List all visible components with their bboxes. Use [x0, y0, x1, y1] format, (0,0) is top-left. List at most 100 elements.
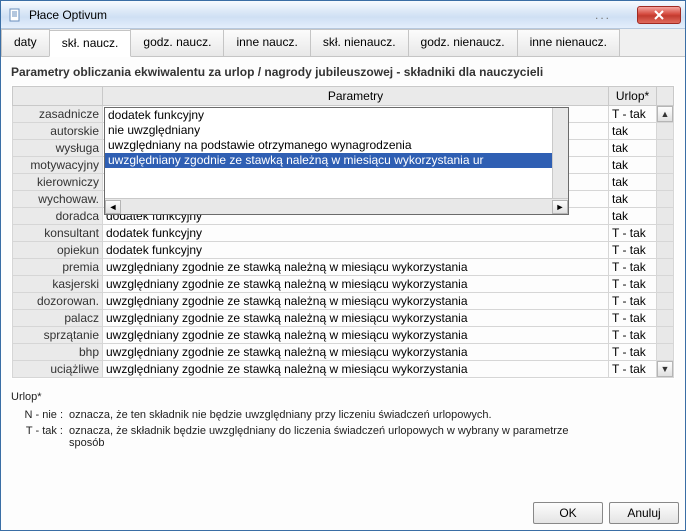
col-header-param[interactable]: Parametry	[103, 87, 609, 106]
vscroll-track[interactable]	[657, 191, 674, 208]
scroll-left-icon[interactable]: ◄	[105, 200, 121, 214]
row-param-cell[interactable]: uwzględniany zgodnie ze stawką należną w…	[103, 344, 609, 361]
table-row: dozorowan.uwzględniany zgodnie ze stawką…	[13, 293, 674, 310]
row-param-cell[interactable]: uwzględniany zgodnie ze stawką należną w…	[103, 259, 609, 276]
table-row: konsultantdodatek funkcyjnyT - tak	[13, 225, 674, 242]
tab-skl-naucz[interactable]: skł. naucz.	[49, 30, 132, 57]
row-label: kierowniczy	[13, 174, 103, 191]
vscroll-track[interactable]: ▲	[657, 106, 674, 123]
vscroll-track[interactable]: ▼	[657, 361, 674, 378]
row-urlop-cell[interactable]: T - tak	[609, 276, 657, 293]
tabs: datyskł. naucz.godz. naucz.inne naucz.sk…	[1, 29, 685, 57]
row-label: palacz	[13, 310, 103, 327]
row-urlop-cell[interactable]: tak	[609, 174, 657, 191]
row-urlop-cell[interactable]: tak	[609, 140, 657, 157]
row-urlop-cell[interactable]: T - tak	[609, 259, 657, 276]
table-row: sprzątanieuwzględniany zgodnie ze stawką…	[13, 327, 674, 344]
ok-button[interactable]: OK	[533, 502, 603, 524]
tab-skl-nienaucz[interactable]: skł. nienaucz.	[310, 29, 409, 56]
row-urlop-cell[interactable]: tak	[609, 208, 657, 225]
vscroll-track[interactable]	[657, 293, 674, 310]
row-urlop-cell[interactable]: T - tak	[609, 293, 657, 310]
dropdown-option[interactable]: nie uwzględniany	[105, 123, 568, 138]
vscroll-track[interactable]	[657, 208, 674, 225]
legend-key: N - nie :	[11, 409, 67, 421]
row-urlop-cell[interactable]: T - tak	[609, 361, 657, 378]
vscroll-track[interactable]	[657, 157, 674, 174]
row-param-cell[interactable]: dodatek funkcyjny	[103, 242, 609, 259]
scroll-up-icon[interactable]: ▲	[657, 106, 673, 122]
row-param-cell[interactable]: uwzględniany zgodnie ze stawką należną w…	[103, 361, 609, 378]
row-label: doradca	[13, 208, 103, 225]
row-label: autorskie	[13, 123, 103, 140]
tab-inne-naucz[interactable]: inne naucz.	[223, 29, 310, 56]
dropdown-option[interactable]: dodatek funkcyjny	[105, 108, 568, 123]
legend-value: oznacza, że składnik będzie uwzględniany…	[67, 425, 607, 449]
tab-godz-naucz[interactable]: godz. naucz.	[130, 29, 224, 56]
titlebar-ellipsis: ...	[573, 8, 633, 22]
vscroll-track[interactable]	[657, 225, 674, 242]
row-label: zasadnicze	[13, 106, 103, 123]
row-label: bhp	[13, 344, 103, 361]
window-title: Płace Optivum	[29, 8, 573, 22]
vscroll-track[interactable]	[657, 123, 674, 140]
row-urlop-cell[interactable]: T - tak	[609, 327, 657, 344]
parameters-grid: Parametry Urlop* zasadniczeuwzględniany …	[11, 85, 675, 379]
tab-godz-nienaucz[interactable]: godz. nienaucz.	[408, 29, 518, 56]
row-urlop-cell[interactable]: tak	[609, 157, 657, 174]
vscroll-track[interactable]	[657, 344, 674, 361]
col-header-urlop[interactable]: Urlop*	[609, 87, 657, 106]
cancel-button[interactable]: Anuluj	[609, 502, 679, 524]
table-row: bhpuwzględniany zgodnie ze stawką należn…	[13, 344, 674, 361]
col-header-label	[13, 87, 103, 106]
table-row: palaczuwzględniany zgodnie ze stawką nal…	[13, 310, 674, 327]
section-heading: Parametry obliczania ekwiwalentu za urlo…	[11, 65, 675, 79]
row-urlop-cell[interactable]: T - tak	[609, 310, 657, 327]
document-icon	[7, 7, 23, 23]
row-param-cell[interactable]: uwzględniany zgodnie ze stawką należną w…	[103, 276, 609, 293]
row-urlop-cell[interactable]: T - tak	[609, 242, 657, 259]
legend: Urlop* N - nie :oznacza, że ten składnik…	[11, 387, 675, 453]
row-urlop-cell[interactable]: T - tak	[609, 225, 657, 242]
window: Płace Optivum ... datyskł. naucz.godz. n…	[0, 0, 686, 531]
close-button[interactable]	[637, 6, 681, 24]
row-urlop-cell[interactable]: tak	[609, 191, 657, 208]
vscroll-track[interactable]	[657, 140, 674, 157]
row-label: wysługa	[13, 140, 103, 157]
table-row: uciążliweuwzględniany zgodnie ze stawką …	[13, 361, 674, 378]
table-row: kasjerskiuwzględniany zgodnie ze stawką …	[13, 276, 674, 293]
legend-title: Urlop*	[11, 391, 675, 403]
scroll-down-icon[interactable]: ▼	[657, 361, 673, 377]
tab-daty[interactable]: daty	[1, 29, 50, 56]
row-label: sprzątanie	[13, 327, 103, 344]
row-label: wychowaw.	[13, 191, 103, 208]
legend-row: N - nie :oznacza, że ten składnik nie bę…	[11, 409, 675, 421]
row-param-cell[interactable]: uwzględniany zgodnie ze stawką należną w…	[103, 293, 609, 310]
vscroll-track[interactable]	[657, 327, 674, 344]
tab-inne-nienaucz[interactable]: inne nienaucz.	[517, 29, 620, 56]
scrollbar-header	[657, 87, 674, 106]
vscroll-track[interactable]	[657, 276, 674, 293]
param-dropdown[interactable]: dodatek funkcyjnynie uwzględnianyuwzględ…	[104, 107, 569, 215]
row-label: uciążliwe	[13, 361, 103, 378]
row-label: konsultant	[13, 225, 103, 242]
dropdown-hscroll[interactable]: ◄ ►	[105, 198, 568, 214]
row-param-cell[interactable]: dodatek funkcyjny	[103, 225, 609, 242]
row-urlop-cell[interactable]: tak	[609, 123, 657, 140]
row-param-cell[interactable]: uwzględniany zgodnie ze stawką należną w…	[103, 310, 609, 327]
vscroll-track[interactable]	[657, 310, 674, 327]
row-param-cell[interactable]: uwzględniany zgodnie ze stawką należną w…	[103, 327, 609, 344]
row-label: kasjerski	[13, 276, 103, 293]
dropdown-vscroll[interactable]	[552, 108, 568, 198]
dropdown-option[interactable]: uwzględniany na podstawie otrzymanego wy…	[105, 138, 568, 153]
vscroll-track[interactable]	[657, 259, 674, 276]
vscroll-track[interactable]	[657, 174, 674, 191]
vscroll-track[interactable]	[657, 242, 674, 259]
button-bar: OK Anuluj	[1, 498, 685, 530]
row-label: motywacyjny	[13, 157, 103, 174]
dropdown-option[interactable]: uwzględniany zgodnie ze stawką należną w…	[105, 153, 568, 168]
row-urlop-cell[interactable]: T - tak	[609, 344, 657, 361]
scroll-right-icon[interactable]: ►	[552, 200, 568, 214]
legend-key: T - tak :	[11, 425, 67, 449]
row-urlop-cell[interactable]: T - tak	[609, 106, 657, 123]
